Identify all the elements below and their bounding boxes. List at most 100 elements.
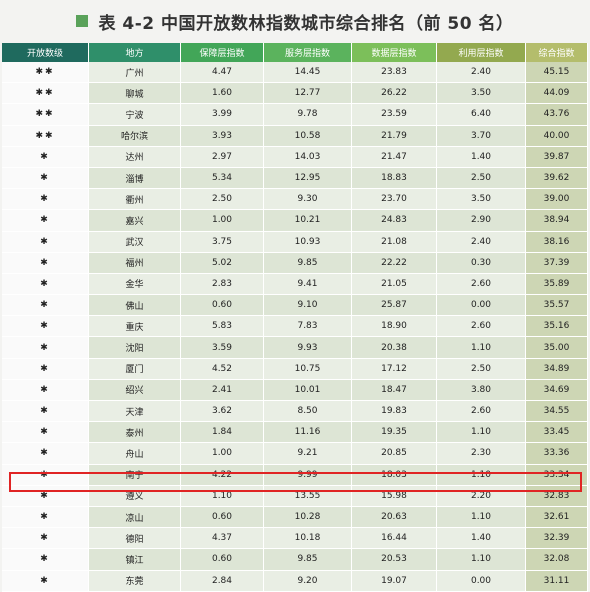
total-cell: 45.15: [526, 62, 588, 84]
service-cell: 10.75: [264, 358, 352, 380]
header-service: 服务层指数: [264, 43, 352, 62]
table-row: ✱ 遵义 1.10 13.55 15.98 2.20 32.83: [2, 485, 588, 507]
total-cell: 32.08: [526, 549, 588, 571]
header-total: 综合指数: [526, 43, 588, 62]
level-icon: ✱: [2, 189, 89, 211]
total-cell: 39.87: [526, 146, 588, 168]
guarantee-cell: 3.59: [181, 337, 264, 359]
service-cell: 10.28: [264, 506, 352, 529]
utilization-cell: 1.40: [437, 528, 526, 550]
table-row: ✱ 厦门 4.52 10.75 17.12 2.50 34.89: [2, 358, 588, 380]
table-row: ✱✱ 宁波 3.99 9.78 23.59 6.40 43.76: [2, 104, 588, 126]
table-row: ✱ 泰州 1.84 11.16 19.35 1.10 33.45: [2, 422, 588, 444]
utilization-cell: 3.80: [437, 379, 526, 401]
guarantee-cell: 1.84: [181, 422, 264, 444]
table-row: ✱ 绍兴 2.41 10.01 18.47 3.80 34.69: [2, 379, 588, 401]
city-cell: 厦门: [89, 358, 181, 380]
service-cell: 10.21: [264, 210, 352, 232]
level-icon: ✱: [2, 570, 89, 592]
level-icon: ✱: [2, 464, 89, 486]
city-cell: 聊城: [89, 83, 181, 105]
guarantee-cell: 1.00: [181, 210, 264, 232]
table-row: ✱ 嘉兴 1.00 10.21 24.83 2.90 38.94: [2, 210, 588, 232]
data-cell: 17.12: [352, 358, 437, 380]
guarantee-cell: 3.99: [181, 104, 264, 126]
utilization-cell: 3.70: [437, 125, 526, 147]
level-icon: ✱: [2, 167, 89, 190]
guarantee-cell: 2.50: [181, 189, 264, 211]
city-cell: 遵义: [89, 485, 181, 507]
utilization-cell: 3.50: [437, 83, 526, 105]
utilization-cell: 1.10: [437, 337, 526, 359]
level-icon: ✱: [2, 231, 89, 253]
data-cell: 18.90: [352, 316, 437, 338]
service-cell: 9.93: [264, 337, 352, 359]
level-icon: ✱: [2, 506, 89, 529]
total-cell: 33.36: [526, 443, 588, 465]
utilization-cell: 1.10: [437, 422, 526, 444]
total-cell: 44.09: [526, 83, 588, 105]
service-cell: 10.01: [264, 379, 352, 401]
total-cell: 35.00: [526, 337, 588, 359]
data-cell: 16.44: [352, 528, 437, 550]
utilization-cell: 2.20: [437, 485, 526, 507]
data-cell: 19.83: [352, 401, 437, 423]
data-cell: 15.98: [352, 485, 437, 507]
level-icon: ✱: [2, 210, 89, 232]
data-cell: 21.08: [352, 231, 437, 253]
city-cell: 凉山: [89, 506, 181, 529]
header-level: 开放数级: [2, 43, 89, 62]
service-cell: 11.16: [264, 422, 352, 444]
table-row: ✱ 镇江 0.60 9.85 20.53 1.10 32.08: [2, 549, 588, 571]
table-row: ✱✱ 哈尔滨 3.93 10.58 21.79 3.70 40.00: [2, 125, 588, 147]
level-icon: ✱: [2, 443, 89, 465]
guarantee-cell: 0.60: [181, 506, 264, 529]
total-cell: 32.83: [526, 485, 588, 507]
city-cell: 淄博: [89, 167, 181, 190]
utilization-cell: 2.60: [437, 401, 526, 423]
city-cell: 达州: [89, 146, 181, 168]
total-cell: 40.00: [526, 125, 588, 147]
utilization-cell: 2.60: [437, 273, 526, 296]
table-row: ✱✱ 聊城 1.60 12.77 26.22 3.50 44.09: [2, 83, 588, 105]
city-cell: 德阳: [89, 528, 181, 550]
city-cell: 宁波: [89, 104, 181, 126]
city-cell: 泰州: [89, 422, 181, 444]
header-utilization: 利用层指数: [437, 43, 526, 62]
table-row: ✱ 佛山 0.60 9.10 25.87 0.00 35.57: [2, 295, 588, 317]
guarantee-cell: 4.22: [181, 464, 264, 486]
city-cell: 绍兴: [89, 379, 181, 401]
service-cell: 12.95: [264, 167, 352, 190]
utilization-cell: 2.30: [437, 443, 526, 465]
data-cell: 19.35: [352, 422, 437, 444]
city-cell: 衢州: [89, 189, 181, 211]
service-cell: 14.45: [264, 62, 352, 84]
data-cell: 21.05: [352, 273, 437, 296]
utilization-cell: 0.00: [437, 570, 526, 592]
level-icon: ✱: [2, 316, 89, 338]
data-cell: 20.53: [352, 549, 437, 571]
guarantee-cell: 2.41: [181, 379, 264, 401]
guarantee-cell: 2.97: [181, 146, 264, 168]
table-row: ✱ 武汉 3.75 10.93 21.08 2.40 38.16: [2, 231, 588, 253]
total-cell: 38.16: [526, 231, 588, 253]
utilization-cell: 0.30: [437, 252, 526, 274]
table-row: ✱ 德阳 4.37 10.18 16.44 1.40 32.39: [2, 528, 588, 550]
total-cell: 35.16: [526, 316, 588, 338]
table-row: ✱ 凉山 0.60 10.28 20.63 1.10 32.61: [2, 506, 588, 529]
table-row: ✱ 重庆 5.83 7.83 18.90 2.60 35.16: [2, 316, 588, 338]
guarantee-cell: 2.83: [181, 273, 264, 296]
service-cell: 9.10: [264, 295, 352, 317]
guarantee-cell: 4.52: [181, 358, 264, 380]
data-cell: 22.22: [352, 252, 437, 274]
total-cell: 32.39: [526, 528, 588, 550]
city-cell: 南宁: [89, 464, 181, 486]
service-cell: 10.93: [264, 231, 352, 253]
data-cell: 18.03: [352, 464, 437, 486]
guarantee-cell: 1.60: [181, 83, 264, 105]
data-cell: 18.83: [352, 167, 437, 190]
city-cell: 武汉: [89, 231, 181, 253]
level-icon: ✱: [2, 146, 89, 168]
utilization-cell: 0.00: [437, 295, 526, 317]
utilization-cell: 1.40: [437, 146, 526, 168]
